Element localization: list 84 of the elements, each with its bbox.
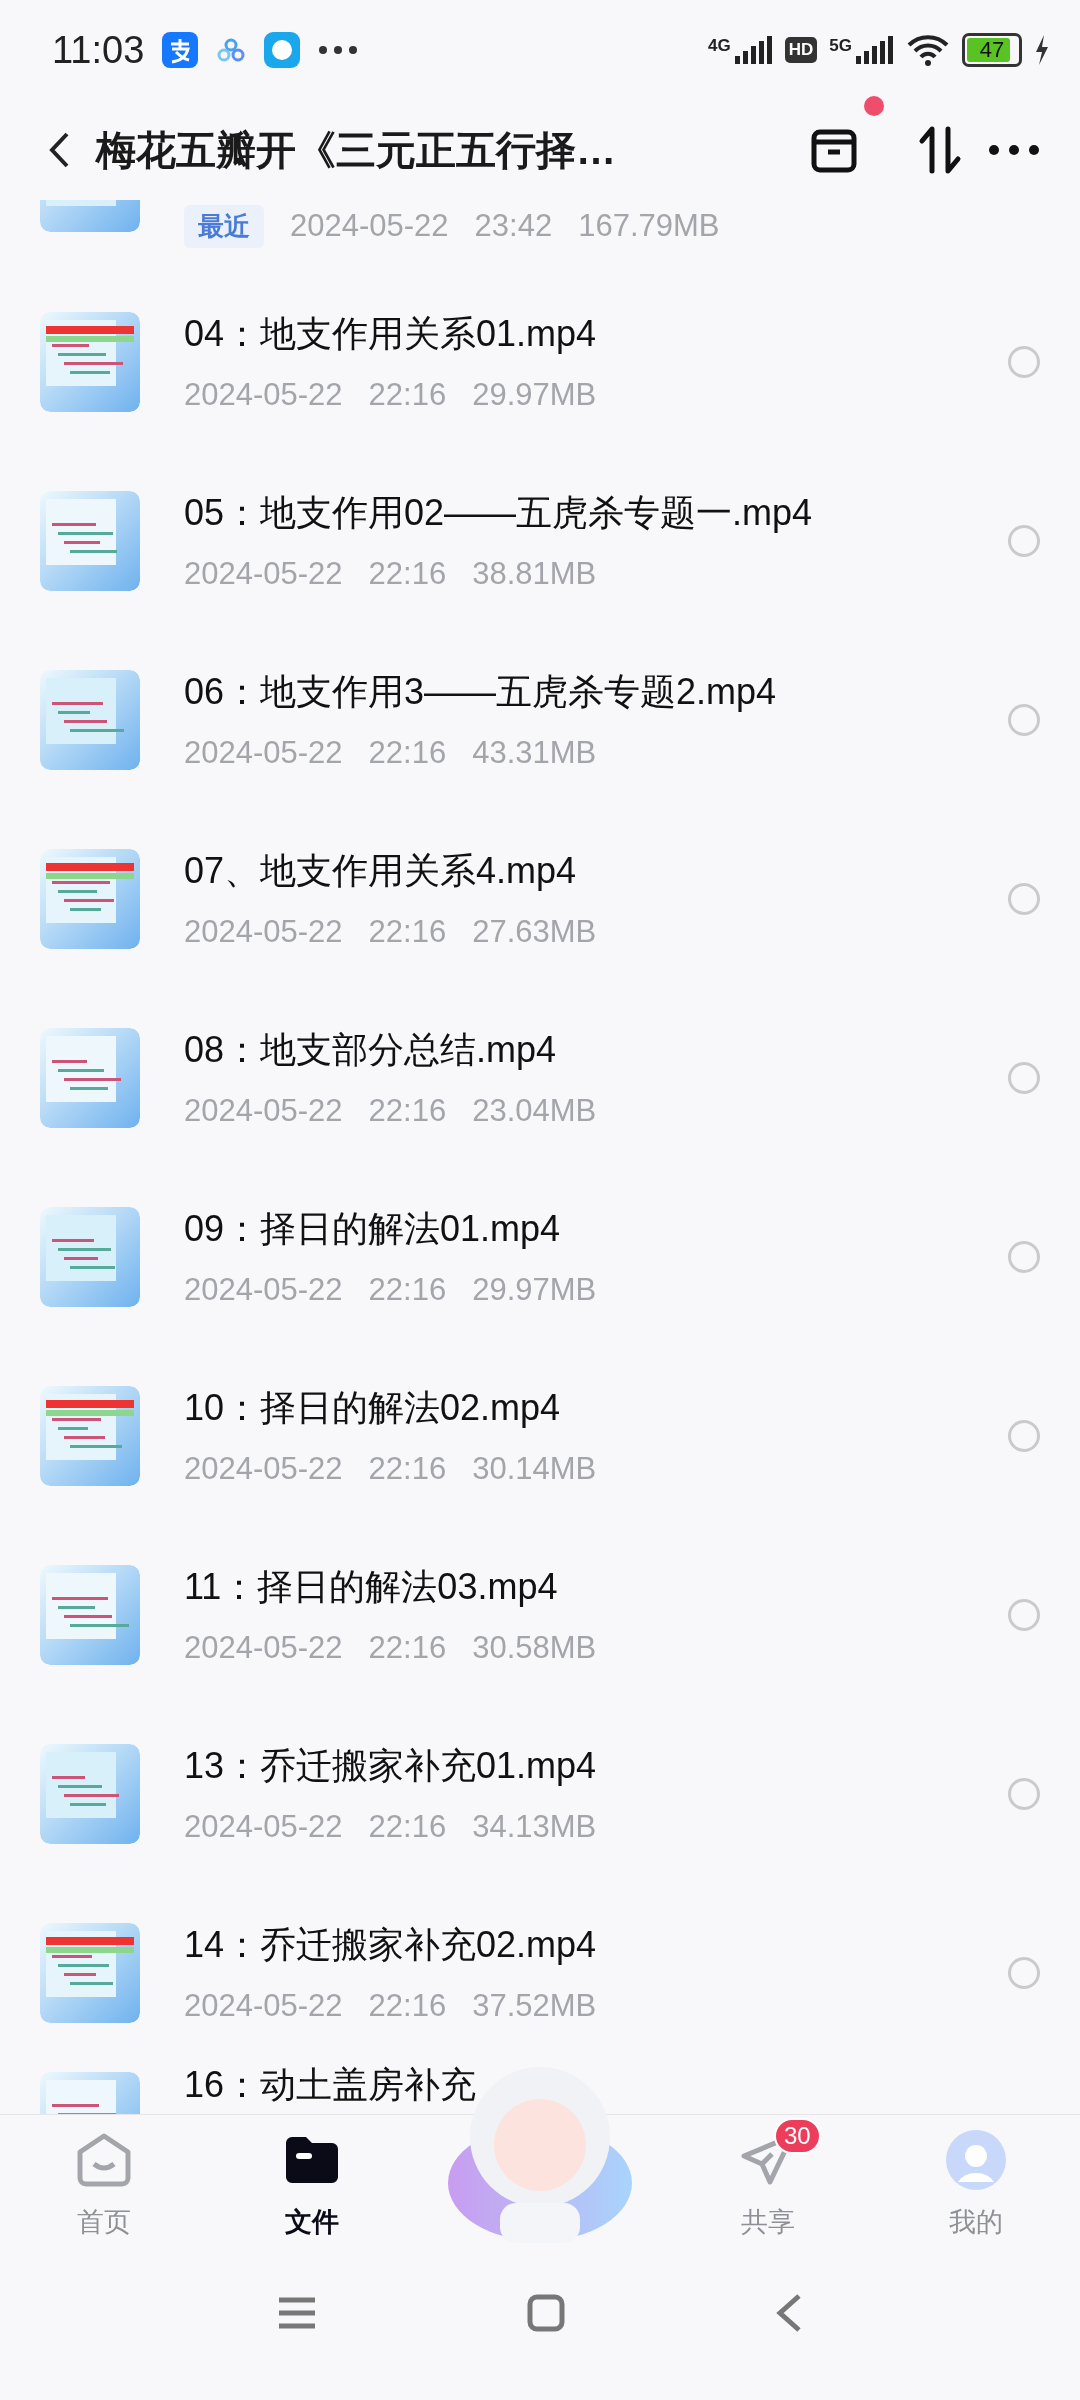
file-time: 22:16 [368, 735, 447, 771]
back-icon[interactable] [775, 2292, 803, 2333]
file-name[interactable]: 06：地支作用3——五虎杀专题2.mp4 [184, 668, 964, 717]
chat-app-icon [264, 32, 301, 68]
select-radio[interactable] [1008, 345, 1040, 378]
cloud-app-icon [216, 38, 247, 62]
select-radio[interactable] [1008, 1061, 1040, 1094]
more-icon [988, 144, 1040, 156]
tab-share[interactable]: 30 共享 [688, 2115, 848, 2255]
file-time: 22:16 [368, 377, 447, 413]
file-size: 23.04MB [472, 1093, 597, 1129]
sort-icon [918, 125, 962, 175]
battery-level: 47 [979, 37, 1005, 63]
file-date: 2024-05-22 [184, 1630, 343, 1666]
file-date: 2024-05-22 [184, 1809, 343, 1845]
count-badge: 30 [774, 2118, 821, 2154]
file-date: 2024-05-22 [290, 208, 449, 244]
select-radio[interactable] [1008, 1240, 1040, 1273]
file-size: 37.52MB [472, 1988, 597, 2024]
network-label: 4G [708, 36, 731, 56]
file-name[interactable]: 09：择日的解法01.mp4 [184, 1205, 964, 1254]
payment-app-icon [162, 32, 199, 68]
folder-icon [284, 2135, 340, 2185]
file-date: 2024-05-22 [184, 1451, 343, 1487]
back-button[interactable] [48, 131, 70, 169]
file-name[interactable]: 14：乔迁搬家补充02.mp4 [184, 1921, 964, 1970]
file-time: 22:16 [368, 1809, 447, 1845]
file-date: 2024-05-22 [184, 1272, 343, 1308]
file-date: 2024-05-22 [184, 735, 343, 771]
signal-icon [732, 36, 773, 64]
more-icon [318, 45, 359, 55]
file-size: 29.97MB [472, 1272, 597, 1308]
clock: 11:03 [52, 28, 145, 72]
file-size: 27.63MB [472, 914, 597, 950]
select-radio[interactable] [1008, 882, 1040, 915]
file-size: 30.58MB [472, 1630, 597, 1666]
select-radio[interactable] [1008, 1598, 1040, 1631]
sort-button[interactable] [918, 125, 962, 175]
file-time: 22:16 [368, 1451, 447, 1487]
back-icon [48, 131, 70, 169]
file-date: 2024-05-22 [184, 1093, 343, 1129]
signal-icon [854, 36, 894, 64]
file-date: 2024-05-22 [184, 914, 343, 950]
wifi-icon [906, 33, 950, 67]
file-name[interactable]: 16：动土盖房补充 [184, 2064, 477, 2106]
file-name[interactable]: 11：择日的解法03.mp4 [184, 1563, 964, 1612]
file-time: 22:16 [368, 1093, 447, 1129]
file-time: 23:42 [474, 208, 553, 244]
more-button[interactable] [988, 144, 1040, 156]
file-size: 29.97MB [472, 377, 597, 413]
file-time: 22:16 [368, 1630, 447, 1666]
file-time: 22:16 [368, 1988, 447, 2024]
file-name[interactable]: 10：择日的解法02.mp4 [184, 1384, 964, 1433]
file-size: 43.31MB [472, 735, 597, 771]
select-radio[interactable] [1008, 1419, 1040, 1452]
file-date: 2024-05-22 [184, 1988, 343, 2024]
file-size: 30.14MB [472, 1451, 597, 1487]
hd-badge: HD [784, 37, 818, 63]
file-name[interactable]: 07、地支作用关系4.mp4 [184, 847, 964, 896]
file-size: 38.81MB [472, 556, 597, 592]
select-radio[interactable] [1008, 1956, 1040, 1989]
file-size: 167.79MB [578, 208, 720, 244]
network-label: 5G [829, 36, 852, 56]
select-radio[interactable] [1008, 1777, 1040, 1810]
file-size: 34.13MB [472, 1809, 597, 1845]
charging-icon [1034, 35, 1050, 65]
file-date: 2024-05-22 [184, 556, 343, 592]
avatar-icon [946, 2130, 1006, 2190]
select-radio[interactable] [1008, 524, 1040, 557]
file-name[interactable]: 04：地支作用关系01.mp4 [184, 310, 964, 359]
file-time: 22:16 [368, 1272, 447, 1308]
menu-icon[interactable] [277, 2295, 317, 2330]
file-date: 2024-05-22 [184, 377, 343, 413]
recent-tag: 最近 [184, 204, 264, 248]
file-time: 22:16 [368, 556, 447, 592]
select-radio[interactable] [1008, 703, 1040, 736]
file-name[interactable]: 05：地支作用02——五虎杀专题一.mp4 [184, 489, 964, 538]
file-name[interactable]: 13：乔迁搬家补充01.mp4 [184, 1742, 964, 1791]
home-icon [76, 2132, 132, 2188]
tab-files[interactable]: 文件 [232, 2115, 392, 2255]
folder-title: 梅花五瓣开《三元正五行择… [96, 126, 617, 174]
file-time: 22:16 [368, 914, 447, 950]
home-square-icon[interactable] [527, 2293, 565, 2332]
file-name[interactable]: 08：地支部分总结.mp4 [184, 1026, 964, 1075]
